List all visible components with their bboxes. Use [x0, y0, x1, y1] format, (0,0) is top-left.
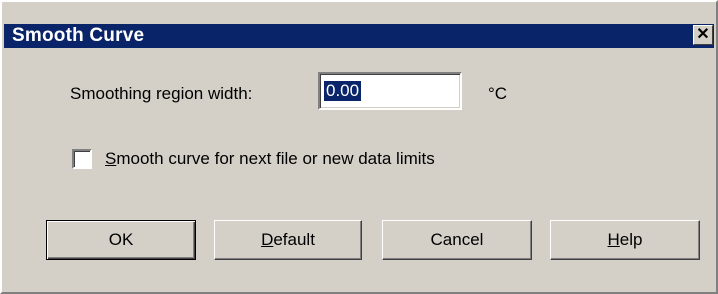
- smoothing-width-value: 0.00: [324, 81, 362, 101]
- smoothing-width-input[interactable]: 0.00: [318, 72, 462, 110]
- dialog-title: Smooth Curve: [12, 25, 145, 46]
- smooth-curve-dialog: Smooth Curve ✕ Smoothing region width: 0…: [0, 0, 718, 294]
- help-button-label: elp: [619, 230, 643, 249]
- ok-button-label: OK: [108, 230, 134, 249]
- close-icon: ✕: [696, 26, 710, 43]
- smooth-label-rest: mooth curve for next file or new data li…: [116, 149, 435, 168]
- unit-label: °C: [488, 84, 508, 103]
- help-accel-key: H: [607, 230, 620, 249]
- default-accel-key: D: [261, 230, 274, 249]
- default-button[interactable]: Default: [214, 220, 362, 260]
- smooth-next-file-checkbox[interactable]: [72, 149, 92, 169]
- cancel-button[interactable]: Cancel: [382, 220, 532, 260]
- smoothing-width-label: Smoothing region width:: [70, 84, 253, 103]
- title-bar[interactable]: Smooth Curve ✕: [4, 24, 714, 48]
- ok-button[interactable]: OK: [46, 220, 196, 260]
- smooth-accel-key: S: [105, 149, 117, 168]
- cancel-button-label: Cancel: [430, 230, 484, 249]
- help-button[interactable]: Help: [550, 220, 700, 260]
- smooth-next-file-label[interactable]: Smooth curve for next file or new data l…: [105, 149, 435, 169]
- default-button-label: efault: [273, 230, 315, 249]
- close-button[interactable]: ✕: [693, 25, 713, 45]
